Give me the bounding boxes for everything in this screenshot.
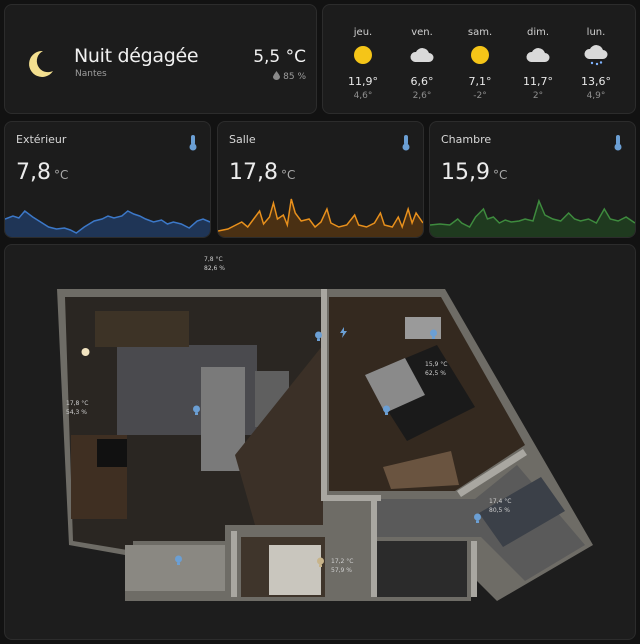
forecast-day-name: sam. (467, 27, 493, 38)
forecast-day: sam. 7,1° -2° (460, 27, 500, 101)
droplet-icon (273, 71, 281, 80)
outside-temperature: 7,8 °C (204, 256, 223, 263)
light-bulb-icon[interactable] (192, 405, 201, 416)
sensor-value-number: 15,9 (441, 160, 490, 185)
sensor-unit: °C (280, 168, 296, 182)
floorplan-image (57, 289, 593, 601)
lightning-icon (340, 327, 347, 338)
light-bulb-icon[interactable] (314, 331, 323, 342)
forecast-high: 13,6° (581, 75, 611, 88)
floorplan-card[interactable]: 7,8 °C 82,6 % 17,8 °C 54,3 % 15,9 °C 62,5 %… (4, 244, 636, 640)
thermometer-icon (402, 135, 410, 151)
light-bulb-icon[interactable] (473, 513, 482, 524)
forecast-day-name: jeu. (353, 27, 373, 38)
sensor-value: 15,9 °C (441, 160, 507, 185)
forecast-low: 4,9° (586, 91, 606, 101)
light-bulb-icon[interactable] (174, 555, 183, 566)
sun-icon (354, 46, 372, 64)
label-bathroom: 17,4 °C 80,5 % (489, 497, 511, 515)
forecast-low: 2° (532, 91, 544, 101)
forecast-high: 6,6° (410, 75, 434, 88)
forecast-day-name: dim. (526, 27, 550, 38)
forecast-low: 4,6° (353, 91, 373, 101)
sensor-card-exterieur[interactable]: Extérieur 7,8 °C (4, 121, 211, 238)
sensor-value-number: 17,8 (229, 160, 278, 185)
light-bulb-icon[interactable] (429, 329, 438, 340)
thermometer-icon (189, 135, 197, 151)
forecast-day: lun. 13,6° 4,9° (576, 27, 616, 101)
sensor-card-salle[interactable]: Salle 17,8 °C (217, 121, 424, 238)
sensor-unit: °C (54, 168, 69, 182)
forecast-day: ven. 6,6° 2,6° (402, 27, 442, 101)
forecast-day-name: lun. (586, 27, 606, 38)
sparkline-chambre (430, 198, 635, 237)
sensor-name: Extérieur (16, 133, 67, 146)
lamp-icon[interactable] (81, 347, 90, 358)
sparkline-exterieur (5, 209, 210, 237)
weather-location: Nantes (75, 69, 107, 79)
sensor-name: Chambre (441, 133, 492, 146)
chambre-humidity: 62,5 % (425, 370, 446, 377)
entree-humidity: 57,9 % (331, 567, 352, 574)
sensor-value: 17,8 °C (229, 160, 295, 185)
bathroom-humidity: 80,5 % (489, 507, 510, 514)
label-salon: 17,8 °C 54,3 % (66, 399, 88, 417)
sensor-value: 7,8 °C (16, 160, 68, 185)
moon-icon (29, 50, 53, 77)
forecast-low: -2° (473, 91, 487, 101)
thermometer-icon (614, 135, 622, 151)
sensor-name: Salle (229, 133, 256, 146)
chambre-temperature: 15,9 °C (425, 361, 448, 368)
light-bulb-icon[interactable] (382, 405, 391, 416)
outside-humidity: 82,6 % (204, 265, 225, 272)
sparkline-salle (218, 198, 423, 237)
salon-temperature: 17,8 °C (66, 400, 89, 407)
bathroom-temperature: 17,4 °C (489, 498, 512, 505)
sensor-value-number: 7,8 (16, 160, 51, 185)
label-entree: 17,2 °C 57,9 % (331, 557, 353, 575)
cloud-icon (526, 48, 550, 62)
forecast-high: 11,7° (523, 75, 553, 88)
label-outside: 7,8 °C 82,6 % (204, 255, 225, 273)
cloud-icon (410, 48, 434, 62)
sensor-unit: °C (492, 168, 508, 182)
humidity-value: 85 % (283, 72, 306, 82)
forecast-low: 2,6° (412, 91, 432, 101)
forecast-card[interactable]: jeu. 11,9° 4,6° ven. 6,6° 2,6° sam. 7,1°… (322, 4, 636, 114)
current-humidity: 85 % (273, 71, 306, 82)
forecast-day-name: ven. (411, 27, 433, 38)
rain-cloud-icon (584, 45, 608, 66)
sensor-card-chambre[interactable]: Chambre 15,9 °C (429, 121, 636, 238)
forecast-day: dim. 11,7° 2° (518, 27, 558, 101)
forecast-high: 11,9° (348, 75, 378, 88)
label-chambre: 15,9 °C 62,5 % (425, 360, 447, 378)
light-bulb-icon[interactable] (316, 557, 325, 568)
weather-condition: Nuit dégagée (74, 45, 199, 67)
entree-temperature: 17,2 °C (331, 558, 354, 565)
current-weather-card[interactable]: Nuit dégagée Nantes 5,5 °C 85 % (4, 4, 317, 114)
forecast-day: jeu. 11,9° 4,6° (343, 27, 383, 101)
sun-icon (471, 46, 489, 64)
forecast-high: 7,1° (468, 75, 492, 88)
salon-humidity: 54,3 % (66, 409, 87, 416)
current-temperature: 5,5 °C (253, 47, 306, 67)
